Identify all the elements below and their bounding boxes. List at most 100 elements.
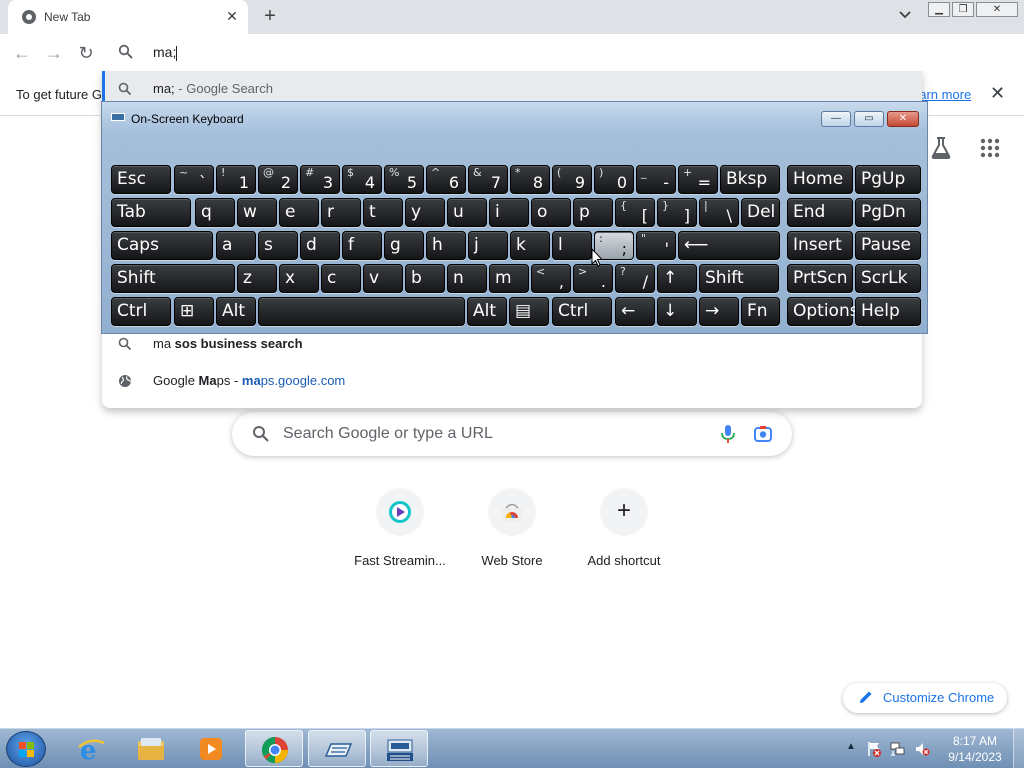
key-f[interactable]: f [342, 231, 382, 260]
key-alt[interactable]: Alt [216, 297, 256, 326]
key-tab[interactable]: Tab [111, 198, 191, 227]
key-symbol[interactable]: #3 [300, 165, 340, 194]
key-ctrl[interactable]: Ctrl [111, 297, 171, 326]
key-arrow-right[interactable]: → [699, 297, 739, 326]
key-pause[interactable]: Pause [855, 231, 921, 260]
shortcut-tile[interactable]: Fast Streamin... [344, 488, 456, 578]
key-enter[interactable]: ⟵ [678, 231, 780, 260]
key-symbol[interactable]: @2 [258, 165, 298, 194]
key-menu[interactable]: ▤ [509, 297, 549, 326]
taskbar-on-screen-keyboard[interactable] [308, 730, 366, 767]
key-help[interactable]: Help [855, 297, 921, 326]
key-h[interactable]: h [426, 231, 466, 260]
key-j[interactable]: j [468, 231, 508, 260]
key-i[interactable]: i [489, 198, 529, 227]
start-button[interactable] [6, 731, 46, 767]
key-symbol[interactable]: % 5 [384, 165, 424, 194]
key-s[interactable]: s [258, 231, 298, 260]
key-caps[interactable]: Caps [111, 231, 213, 260]
key-o[interactable]: o [531, 198, 571, 227]
key-fn[interactable]: Fn [741, 297, 780, 326]
key-symbol[interactable]: }] [657, 198, 697, 227]
google-lens-icon[interactable] [753, 424, 773, 444]
key-symbol[interactable]: * 8 [510, 165, 550, 194]
key-pgup[interactable]: PgUp [855, 165, 921, 194]
taskbar-media-player[interactable] [182, 730, 240, 767]
key-home[interactable]: Home [787, 165, 853, 194]
key-windows[interactable]: ⊞ [174, 297, 214, 326]
add-shortcut-tile[interactable]: + Add shortcut [568, 488, 680, 578]
key-options[interactable]: Options [787, 297, 859, 326]
key-symbol[interactable]: ? / [615, 264, 655, 293]
key-shift[interactable]: Shift [111, 264, 235, 293]
reload-button[interactable]: ↻ [74, 41, 98, 65]
key-esc[interactable]: Esc [111, 165, 171, 194]
taskbar-windows-explorer[interactable] [122, 730, 180, 767]
key-arrow-up[interactable]: ↑ [657, 264, 697, 293]
microphone-icon[interactable] [719, 424, 737, 444]
forward-button[interactable]: → [42, 41, 66, 65]
customize-chrome-button[interactable]: Customize Chrome [843, 683, 1007, 713]
key-symbol[interactable]: " ' [636, 231, 676, 260]
volume-muted-icon[interactable] [914, 741, 930, 757]
google-apps-button[interactable] [980, 138, 1000, 158]
key-symbol[interactable]: & 7 [468, 165, 508, 194]
key-arrow-down[interactable]: ↓ [657, 297, 697, 326]
key-arrow-left[interactable]: ← [615, 297, 655, 326]
key-y[interactable]: y [405, 198, 445, 227]
key-symbol[interactable]: >. [573, 264, 613, 293]
action-center-flag-icon[interactable] [866, 741, 882, 757]
window-minimize-button[interactable]: ▁ [928, 2, 950, 17]
key-scrlk[interactable]: ScrLk [855, 264, 921, 293]
key-symbol[interactable]: + = [678, 165, 718, 194]
taskbar-keyboard-window[interactable] [370, 730, 428, 767]
window-restore-button[interactable]: ❐ [952, 2, 974, 17]
osk-close-button[interactable]: ✕ [887, 111, 919, 127]
key-space[interactable] [258, 297, 465, 326]
suggestion-row[interactable]: Google Maps - maps.google.com [102, 363, 922, 399]
key-symbol[interactable]: ^ 6 [426, 165, 466, 194]
key-symbol[interactable]: _ - [636, 165, 676, 194]
key-symbol[interactable]: | \ [699, 198, 739, 227]
key-q[interactable]: q [195, 198, 235, 227]
key-c[interactable]: c [321, 264, 361, 293]
osk-maximize-button[interactable]: ▭ [854, 111, 884, 127]
key-alt[interactable]: Alt [467, 297, 507, 326]
key-e[interactable]: e [279, 198, 319, 227]
key-n[interactable]: n [447, 264, 487, 293]
key-symbol[interactable]: ~ ` [174, 165, 214, 194]
back-button[interactable]: ← [10, 41, 34, 65]
key-symbol[interactable]: $4 [342, 165, 382, 194]
key-k[interactable]: k [510, 231, 550, 260]
tab-close-button[interactable]: ✕ [224, 8, 240, 24]
key-z[interactable]: z [237, 264, 277, 293]
key-l[interactable]: l [552, 231, 592, 260]
show-hidden-icons-button[interactable]: ▲ [846, 741, 856, 752]
key-r[interactable]: r [321, 198, 361, 227]
key-v[interactable]: v [363, 264, 403, 293]
tab-search-button[interactable] [896, 8, 914, 26]
new-tab-button[interactable]: + [258, 6, 282, 28]
omnibox[interactable]: ma; [102, 34, 922, 70]
key-w[interactable]: w [237, 198, 277, 227]
osk-minimize-button[interactable]: — [821, 111, 851, 127]
chrome-labs-button[interactable] [930, 136, 952, 160]
osk-title-bar[interactable]: On-Screen Keyboard — ▭ ✕ [102, 102, 927, 130]
key-x[interactable]: x [279, 264, 319, 293]
key-end[interactable]: End [787, 198, 853, 227]
key-p[interactable]: p [573, 198, 613, 227]
taskbar-clock[interactable]: 8:17 AM 9/14/2023 [940, 733, 1010, 765]
show-desktop-button[interactable] [1013, 729, 1024, 769]
info-bar-close-button[interactable]: ✕ [990, 83, 1005, 104]
key-bksp[interactable]: Bksp [720, 165, 780, 194]
key-b[interactable]: b [405, 264, 445, 293]
key-symbol[interactable]: (9 [552, 165, 592, 194]
taskbar-internet-explorer[interactable]: e [62, 730, 120, 767]
key-symbol[interactable]: {[ [615, 198, 655, 227]
key-pgdn[interactable]: PgDn [855, 198, 921, 227]
key-del[interactable]: Del [741, 198, 780, 227]
omnibox-input[interactable]: ma; [153, 44, 178, 61]
key-insert[interactable]: Insert [787, 231, 853, 260]
key-a[interactable]: a [216, 231, 256, 260]
key-shift[interactable]: Shift [699, 264, 779, 293]
